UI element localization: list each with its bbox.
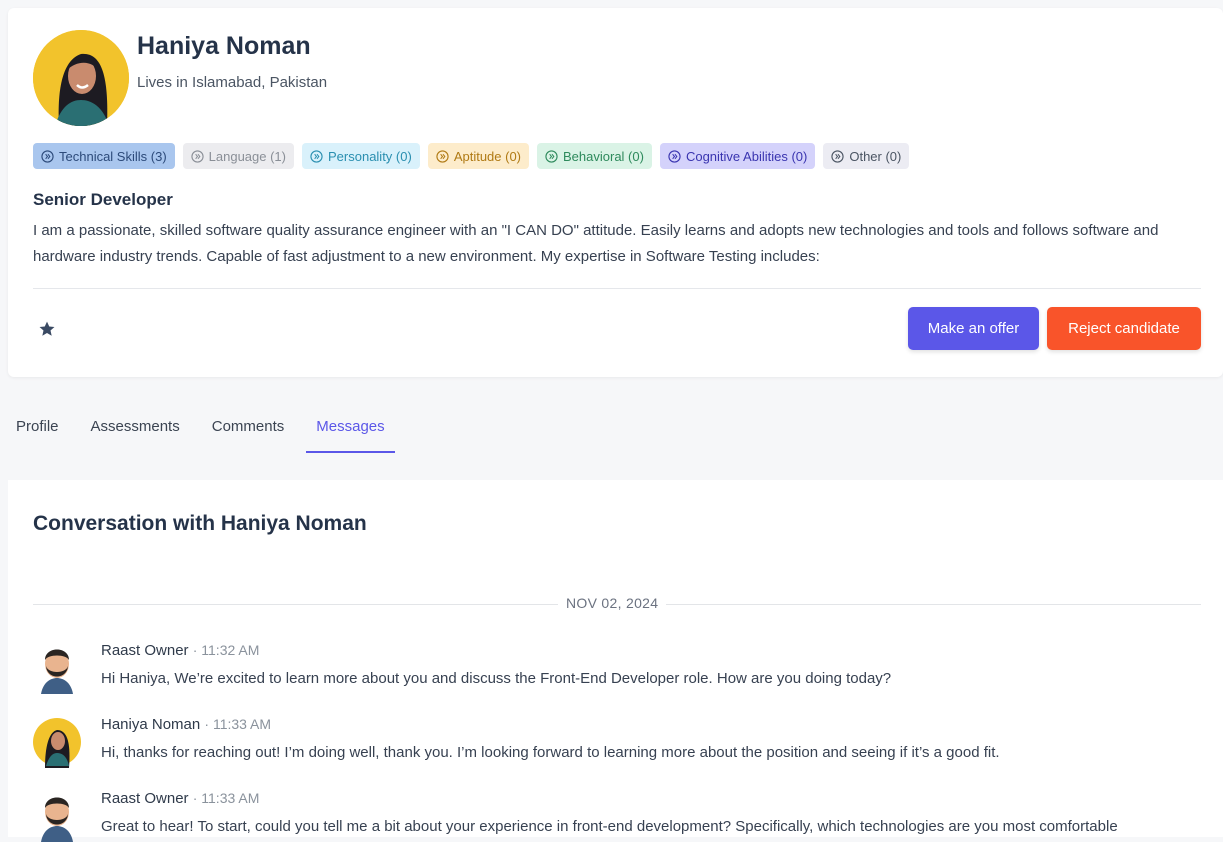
message-time: · 11:32 AM [192, 642, 260, 658]
tag-cognitive-abilities[interactable]: Cognitive Abilities (0) [659, 143, 816, 169]
message-text: Hi Haniya, We’re excited to learn more a… [101, 670, 892, 687]
assessment-tags: Technical Skills (3) Language (1) Person… [33, 143, 910, 169]
tag-personality[interactable]: Personality (0) [302, 143, 420, 169]
candidate-location: Lives in Islamabad, Pakistan [137, 74, 328, 91]
conversation-title: Conversation with Haniya Noman [33, 512, 367, 535]
date-label: NOV 02, 2024 [558, 595, 667, 611]
tag-label: Personality (0) [328, 148, 412, 164]
double-chevron-circle-icon [41, 149, 54, 163]
double-chevron-circle-icon [310, 149, 323, 163]
double-chevron-circle-icon [831, 149, 844, 163]
star-icon[interactable] [38, 320, 56, 338]
message-author: Raast Owner [101, 642, 189, 659]
tag-label: Cognitive Abilities (0) [685, 148, 808, 164]
profile-tabs: Profile Assessments Comments Messages [0, 405, 401, 455]
message-author: Haniya Noman [101, 716, 201, 733]
double-chevron-circle-icon [436, 149, 449, 163]
conversation-panel: Conversation with Haniya Noman NOV 02, 2… [8, 480, 1223, 842]
tag-label: Other (0) [849, 148, 902, 164]
message-time: · 11:33 AM [204, 716, 272, 732]
make-offer-button[interactable]: Make an offer [908, 307, 1039, 350]
tag-language[interactable]: Language (1) [182, 143, 294, 169]
tab-profile[interactable]: Profile [0, 405, 75, 451]
candidate-name: Haniya Noman [137, 32, 311, 60]
tag-aptitude[interactable]: Aptitude (0) [427, 143, 530, 169]
reject-candidate-button[interactable]: Reject candidate [1047, 307, 1201, 350]
message-author: Raast Owner [101, 790, 189, 807]
tag-label: Aptitude (0) [453, 148, 522, 164]
message-time: · 11:33 AM [192, 790, 260, 806]
tab-assessments[interactable]: Assessments [75, 405, 196, 451]
tag-technical-skills[interactable]: Technical Skills (3) [33, 143, 175, 169]
candidate-summary: I am a passionate, skilled software qual… [33, 222, 1159, 265]
tab-messages[interactable]: Messages [300, 405, 400, 453]
tag-label: Language (1) [208, 148, 286, 164]
job-title: Senior Developer [33, 190, 173, 209]
candidate-avatar [33, 30, 129, 126]
message-meta: Haniya Noman · 11:33 AM [101, 716, 271, 733]
message-text: Great to hear! To start, could you tell … [101, 818, 1118, 835]
message-meta: Raast Owner · 11:33 AM [101, 790, 259, 807]
owner-avatar [41, 649, 73, 694]
candidate-card: Haniya Noman Lives in Islamabad, Pakista… [8, 8, 1223, 377]
double-chevron-circle-icon [191, 149, 204, 163]
double-chevron-circle-icon [545, 149, 558, 163]
double-chevron-circle-icon [668, 149, 681, 163]
candidate-avatar-small [33, 718, 81, 768]
tag-other[interactable]: Other (0) [823, 143, 910, 169]
divider [33, 288, 1201, 289]
tag-label: Behavioral (0) [563, 148, 644, 164]
owner-avatar [41, 797, 73, 842]
tag-label: Technical Skills (3) [59, 148, 167, 164]
message-meta: Raast Owner · 11:32 AM [101, 642, 259, 659]
tag-behavioral[interactable]: Behavioral (0) [537, 143, 652, 169]
message-text: Hi, thanks for reaching out! I’m doing w… [101, 744, 1000, 761]
tab-comments[interactable]: Comments [196, 405, 301, 451]
